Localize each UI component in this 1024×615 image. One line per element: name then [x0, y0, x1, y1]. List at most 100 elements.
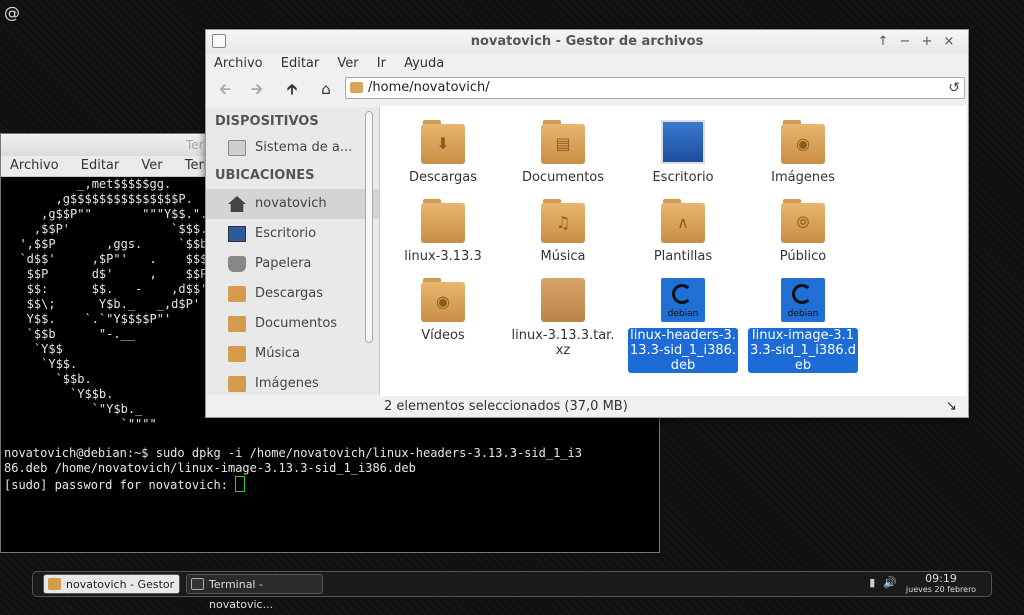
file-icon-view[interactable]: ⬇ Descargas ▤ Documentos Escritorio ◉ Im… — [380, 106, 966, 396]
file-label: linux-headers-3.13.3-sid_1_i386.deb — [628, 328, 738, 373]
path-bar[interactable]: /home/novatovich/ ↺ — [345, 77, 965, 99]
folder-icon — [421, 199, 465, 243]
file-item-music[interactable]: ♫ Música — [508, 199, 618, 264]
file-manager-menubar: Archivo Editar Ver Ir Ayuda — [206, 54, 968, 74]
ascii-line: ',$$P ,ggs. `$$b: — [5, 237, 215, 251]
resize-grip-icon[interactable]: ↘ — [946, 400, 960, 414]
file-label: linux-image-3.13.3-sid_1_i386.deb — [748, 328, 858, 373]
sidebar-item-label: Descargas — [255, 286, 324, 301]
file-item-videos[interactable]: ◉ Vídeos — [388, 278, 498, 343]
file-label: Música — [540, 249, 586, 264]
back-arrow-icon[interactable]: 🡰 — [212, 79, 238, 99]
file-item-templates[interactable]: ∧ Plantillas — [628, 199, 738, 264]
shade-button[interactable]: ↑ — [872, 30, 894, 54]
debian-logo-icon: @ — [4, 3, 20, 22]
file-item-documents[interactable]: ▤ Documentos — [508, 120, 618, 185]
sidebar-item-downloads[interactable]: Descargas — [206, 279, 379, 309]
file-item-downloads[interactable]: ⬇ Descargas — [388, 120, 498, 185]
sidebar-item-pictures[interactable]: Imágenes — [206, 369, 379, 395]
forward-arrow-icon[interactable]: 🡲 — [244, 79, 270, 99]
system-tray: ▮ 🔊 — [861, 576, 897, 589]
ascii-line: `Y$$ — [5, 342, 63, 356]
archive-icon — [541, 278, 585, 322]
desktop-icon — [661, 120, 705, 164]
documents-folder-icon: ▤ — [541, 120, 585, 164]
clock-date: jueves 20 febrero — [905, 585, 977, 594]
file-item-linux-source[interactable]: linux-3.13.3 — [388, 199, 498, 264]
sidebar-item-label: Papelera — [255, 256, 312, 271]
folder-icon — [228, 286, 246, 302]
templates-folder-icon: ∧ — [661, 199, 705, 243]
sidebar-item-music[interactable]: Música — [206, 339, 379, 369]
menu-ver[interactable]: Ver — [329, 54, 364, 74]
sidebar-item-home[interactable]: novatovich — [206, 189, 379, 219]
clock-time: 09:19 — [925, 572, 957, 585]
file-item-tarball[interactable]: linux-3.13.3.tar.xz — [508, 278, 618, 358]
file-label: Plantillas — [653, 249, 713, 264]
clock[interactable]: 09:19 jueves 20 febrero — [901, 573, 981, 595]
sidebar-item-label: Sistema de a... — [255, 140, 353, 155]
taskbar-item-file-manager[interactable]: novatovich - Gestor ... — [43, 574, 180, 611]
sidebar: DISPOSITIVOS Sistema de a... UBICACIONES… — [206, 107, 380, 395]
ascii-line: `$$b. — [5, 372, 92, 386]
terminal-menu-ver[interactable]: Ver — [132, 156, 171, 176]
debian-ascii-logo: _,met$$$$$gg. ,g$$$$$$$$$$$$$$$P. ,g$$P"… — [5, 177, 215, 432]
file-label: Descargas — [408, 170, 477, 185]
desktop-icon — [228, 226, 246, 242]
sidebar-scrollbar[interactable] — [365, 111, 373, 343]
up-arrow-icon[interactable]: 🡱 — [279, 79, 305, 99]
file-item-public[interactable]: ⦾ Público — [748, 199, 858, 264]
sidebar-item-filesystem[interactable]: Sistema de a... — [206, 133, 379, 163]
file-label: Público — [779, 249, 827, 264]
file-item-headers-deb[interactable]: debian linux-headers-3.13.3-sid_1_i386.d… — [628, 278, 738, 373]
terminal-command-area: novatovich@debian:~$ sudo dpkg -i /home/… — [4, 446, 582, 493]
menu-editar[interactable]: Editar — [273, 54, 326, 74]
ascii-line: `"""" — [5, 417, 157, 431]
network-icon[interactable]: ▮ — [869, 576, 875, 589]
home-icon[interactable]: ⌂ — [313, 79, 339, 99]
task-label: novatovich - Gestor ... — [66, 578, 175, 611]
terminal-menu-editar[interactable]: Editar — [72, 156, 129, 176]
file-label: Escritorio — [652, 170, 714, 185]
file-label: Imágenes — [771, 170, 835, 185]
home-folder-icon — [350, 82, 363, 93]
volume-icon[interactable]: 🔊 — [883, 576, 897, 589]
ascii-line: $$: $$. - ,d$$' — [5, 282, 208, 296]
sidebar-heading-devices: DISPOSITIVOS — [215, 114, 319, 129]
ascii-line: _,met$$$$$gg. — [5, 177, 172, 191]
home-icon — [228, 196, 246, 212]
file-manager-titlebar[interactable]: novatovich - Gestor de archivos ↑ − + × — [206, 30, 968, 54]
taskbar: novatovich - Gestor ... Terminal - novat… — [32, 571, 992, 611]
menu-ir[interactable]: Ir — [369, 54, 392, 74]
file-manager-window[interactable]: novatovich - Gestor de archivos ↑ − + × Arc… — [205, 29, 969, 418]
status-bar: 2 elementos seleccionados (37,0 MB) ↘ — [380, 396, 968, 418]
file-item-pictures[interactable]: ◉ Imágenes — [748, 120, 858, 185]
window-menu-icon[interactable] — [212, 34, 226, 48]
taskbar-item-terminal[interactable]: Terminal - novatovic... — [186, 574, 323, 611]
file-manager-toolbar: 🡰 🡲 🡱 ⌂ /home/novatovich/ ↺ — [206, 76, 968, 102]
menu-ayuda[interactable]: Ayuda — [396, 54, 450, 74]
status-text: 2 elementos seleccionados (37,0 MB) — [384, 399, 628, 414]
videos-folder-icon: ◉ — [421, 278, 465, 322]
sidebar-item-label: Imágenes — [255, 376, 319, 391]
reload-icon[interactable]: ↺ — [948, 78, 960, 98]
folder-icon — [228, 376, 246, 392]
minimize-button[interactable]: − — [894, 30, 916, 54]
path-text[interactable]: /home/novatovich/ — [368, 78, 490, 98]
ascii-line: `$$b "-.__ — [5, 327, 136, 341]
sidebar-item-desktop[interactable]: Escritorio — [206, 219, 379, 249]
sidebar-item-trash[interactable]: Papelera — [206, 249, 379, 279]
terminal-cursor — [235, 476, 246, 492]
sidebar-item-documents[interactable]: Documentos — [206, 309, 379, 339]
menu-archivo[interactable]: Archivo — [206, 54, 269, 74]
maximize-button[interactable]: + — [916, 30, 938, 54]
music-folder-icon: ♫ — [541, 199, 585, 243]
file-label: linux-3.13.3.tar.xz — [511, 328, 615, 358]
drive-icon — [228, 140, 246, 156]
ascii-line: ,$$P' `$$$. — [5, 222, 208, 236]
file-item-image-deb[interactable]: debian linux-image-3.13.3-sid_1_i386.deb — [748, 278, 858, 373]
close-button[interactable]: × — [938, 30, 960, 54]
file-item-desktop[interactable]: Escritorio — [628, 120, 738, 185]
terminal-menu-archivo[interactable]: Archivo — [1, 156, 68, 176]
file-label: Vídeos — [421, 328, 465, 343]
